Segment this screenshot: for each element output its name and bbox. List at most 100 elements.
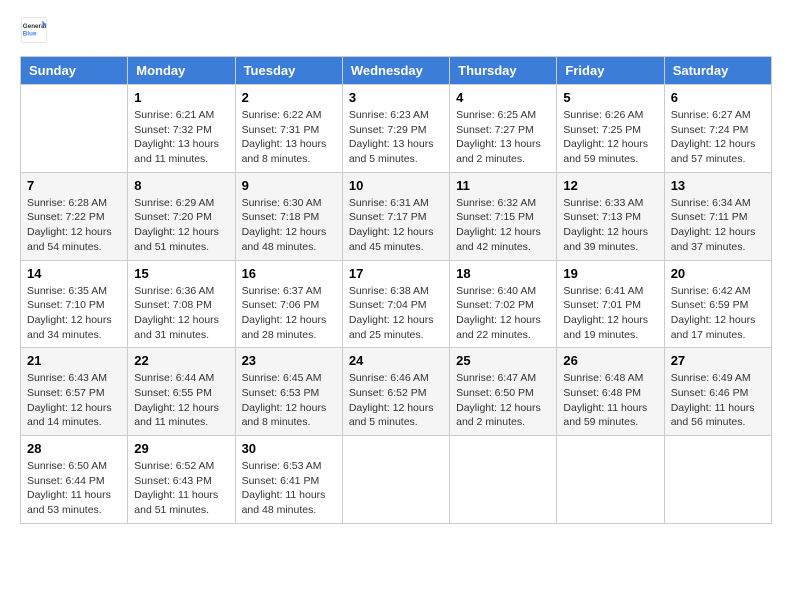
day-number: 18 [456,266,550,281]
day-number: 16 [242,266,336,281]
day-info: Sunrise: 6:49 AMSunset: 6:46 PMDaylight:… [671,371,765,430]
calendar-cell: 14 Sunrise: 6:35 AMSunset: 7:10 PMDayligh… [21,260,128,348]
day-number: 6 [671,90,765,105]
day-info: Sunrise: 6:38 AMSunset: 7:04 PMDaylight:… [349,284,443,343]
day-info: Sunrise: 6:40 AMSunset: 7:02 PMDaylight:… [456,284,550,343]
day-number: 20 [671,266,765,281]
calendar-cell: 17 Sunrise: 6:38 AMSunset: 7:04 PMDayligh… [342,260,449,348]
col-header-wednesday: Wednesday [342,57,449,85]
day-info: Sunrise: 6:22 AMSunset: 7:31 PMDaylight:… [242,108,336,167]
calendar-cell: 3Sunrise: 6:23 AMSunset: 7:29 PMDaylight… [342,85,449,173]
calendar-cell: 29 Sunrise: 6:52 AMSunset: 6:43 PMDayligh… [128,436,235,524]
day-number: 22 [134,353,228,368]
day-info: Sunrise: 6:46 AMSunset: 6:52 PMDaylight:… [349,371,443,430]
calendar-cell: 30 Sunrise: 6:53 AMSunset: 6:41 PMDayligh… [235,436,342,524]
day-info: Sunrise: 6:33 AMSunset: 7:13 PMDaylight:… [563,196,657,255]
day-number: 17 [349,266,443,281]
day-info: Sunrise: 6:27 AMSunset: 7:24 PMDaylight:… [671,108,765,167]
calendar-cell [664,436,771,524]
day-info: Sunrise: 6:25 AMSunset: 7:27 PMDaylight:… [456,108,550,167]
calendar-cell: 21 Sunrise: 6:43 AMSunset: 6:57 PMDayligh… [21,348,128,436]
calendar-cell: 1 Sunrise: 6:21 AMSunset: 7:32 PMDaylight… [128,85,235,173]
calendar-cell: 28 Sunrise: 6:50 AMSunset: 6:44 PMDayligh… [21,436,128,524]
calendar-cell: 6 Sunrise: 6:27 AMSunset: 7:24 PMDaylight… [664,85,771,173]
day-number: 29 [134,441,228,456]
calendar-cell: 18 Sunrise: 6:40 AMSunset: 7:02 PMDayligh… [450,260,557,348]
calendar-cell: 4Sunrise: 6:25 AMSunset: 7:27 PMDaylight… [450,85,557,173]
day-number: 11 [456,178,550,193]
day-number: 30 [242,441,336,456]
page-header: General Blue [20,16,772,44]
day-info: Sunrise: 6:47 AMSunset: 6:50 PMDaylight:… [456,371,550,430]
calendar-cell: 19Sunrise: 6:41 AMSunset: 7:01 PMDayligh… [557,260,664,348]
day-number: 7 [27,178,121,193]
calendar-cell: 26Sunrise: 6:48 AMSunset: 6:48 PMDayligh… [557,348,664,436]
day-info: Sunrise: 6:34 AMSunset: 7:11 PMDaylight:… [671,196,765,255]
day-info: Sunrise: 6:26 AMSunset: 7:25 PMDaylight:… [563,108,657,167]
day-number: 23 [242,353,336,368]
day-info: Sunrise: 6:35 AMSunset: 7:10 PMDaylight:… [27,284,121,343]
calendar-week-row: 14 Sunrise: 6:35 AMSunset: 7:10 PMDayligh… [21,260,772,348]
day-info: Sunrise: 6:36 AMSunset: 7:08 PMDaylight:… [134,284,228,343]
calendar-cell: 22 Sunrise: 6:44 AMSunset: 6:55 PMDayligh… [128,348,235,436]
calendar-cell: 23 Sunrise: 6:45 AMSunset: 6:53 PMDayligh… [235,348,342,436]
day-number: 2 [242,90,336,105]
calendar-cell [21,85,128,173]
col-header-saturday: Saturday [664,57,771,85]
calendar-cell: 7 Sunrise: 6:28 AMSunset: 7:22 PMDaylight… [21,172,128,260]
day-info: Sunrise: 6:31 AMSunset: 7:17 PMDaylight:… [349,196,443,255]
calendar-cell: 20 Sunrise: 6:42 AMSunset: 6:59 PMDayligh… [664,260,771,348]
calendar-cell: 16Sunrise: 6:37 AMSunset: 7:06 PMDayligh… [235,260,342,348]
day-number: 19 [563,266,657,281]
calendar-cell: 24 Sunrise: 6:46 AMSunset: 6:52 PMDayligh… [342,348,449,436]
logo-icon: General Blue [20,16,48,44]
day-info: Sunrise: 6:48 AMSunset: 6:48 PMDaylight:… [563,371,657,430]
day-number: 28 [27,441,121,456]
day-info: Sunrise: 6:45 AMSunset: 6:53 PMDaylight:… [242,371,336,430]
day-info: Sunrise: 6:23 AMSunset: 7:29 PMDaylight:… [349,108,443,167]
day-info: Sunrise: 6:50 AMSunset: 6:44 PMDaylight:… [27,459,121,518]
calendar-header-row: SundayMondayTuesdayWednesdayThursdayFrid… [21,57,772,85]
day-number: 5 [563,90,657,105]
calendar-week-row: 1 Sunrise: 6:21 AMSunset: 7:32 PMDaylight… [21,85,772,173]
day-number: 15 [134,266,228,281]
calendar-body: 1 Sunrise: 6:21 AMSunset: 7:32 PMDaylight… [21,85,772,524]
svg-text:Blue: Blue [23,31,37,38]
day-info: Sunrise: 6:29 AMSunset: 7:20 PMDaylight:… [134,196,228,255]
day-number: 13 [671,178,765,193]
calendar-cell: 12 Sunrise: 6:33 AMSunset: 7:13 PMDayligh… [557,172,664,260]
logo: General Blue [20,16,52,44]
calendar-week-row: 7 Sunrise: 6:28 AMSunset: 7:22 PMDaylight… [21,172,772,260]
day-number: 1 [134,90,228,105]
calendar-cell: 15 Sunrise: 6:36 AMSunset: 7:08 PMDayligh… [128,260,235,348]
calendar-cell [342,436,449,524]
day-info: Sunrise: 6:52 AMSunset: 6:43 PMDaylight:… [134,459,228,518]
calendar-cell: 10Sunrise: 6:31 AMSunset: 7:17 PMDayligh… [342,172,449,260]
day-info: Sunrise: 6:28 AMSunset: 7:22 PMDaylight:… [27,196,121,255]
day-number: 14 [27,266,121,281]
day-info: Sunrise: 6:44 AMSunset: 6:55 PMDaylight:… [134,371,228,430]
day-info: Sunrise: 6:32 AMSunset: 7:15 PMDaylight:… [456,196,550,255]
calendar-cell: 13 Sunrise: 6:34 AMSunset: 7:11 PMDayligh… [664,172,771,260]
calendar-cell [557,436,664,524]
day-number: 12 [563,178,657,193]
day-info: Sunrise: 6:53 AMSunset: 6:41 PMDaylight:… [242,459,336,518]
day-info: Sunrise: 6:21 AMSunset: 7:32 PMDaylight:… [134,108,228,167]
calendar-cell: 2 Sunrise: 6:22 AMSunset: 7:31 PMDaylight… [235,85,342,173]
day-info: Sunrise: 6:43 AMSunset: 6:57 PMDaylight:… [27,371,121,430]
col-header-monday: Monday [128,57,235,85]
day-info: Sunrise: 6:30 AMSunset: 7:18 PMDaylight:… [242,196,336,255]
calendar-cell: 25Sunrise: 6:47 AMSunset: 6:50 PMDayligh… [450,348,557,436]
calendar-week-row: 28 Sunrise: 6:50 AMSunset: 6:44 PMDayligh… [21,436,772,524]
calendar-table: SundayMondayTuesdayWednesdayThursdayFrid… [20,56,772,524]
day-info: Sunrise: 6:42 AMSunset: 6:59 PMDaylight:… [671,284,765,343]
col-header-friday: Friday [557,57,664,85]
calendar-cell: 9Sunrise: 6:30 AMSunset: 7:18 PMDaylight… [235,172,342,260]
day-number: 8 [134,178,228,193]
day-number: 24 [349,353,443,368]
calendar-cell: 5 Sunrise: 6:26 AMSunset: 7:25 PMDaylight… [557,85,664,173]
calendar-cell: 11 Sunrise: 6:32 AMSunset: 7:15 PMDayligh… [450,172,557,260]
calendar-cell [450,436,557,524]
calendar-week-row: 21 Sunrise: 6:43 AMSunset: 6:57 PMDayligh… [21,348,772,436]
day-number: 21 [27,353,121,368]
